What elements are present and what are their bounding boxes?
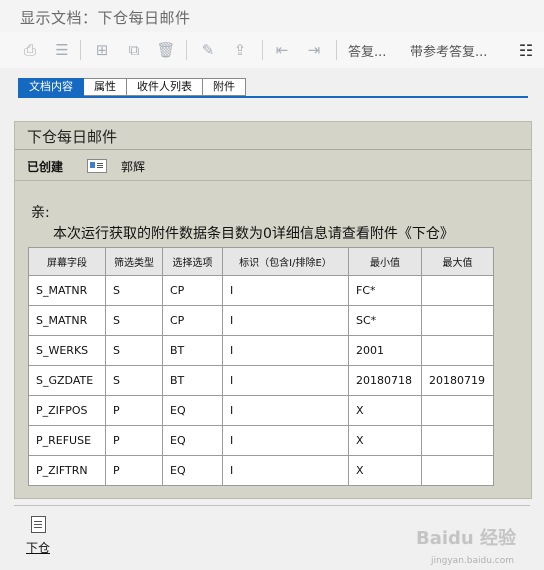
toolbar-separator <box>80 40 81 60</box>
table-cell: P_ZIFPOS <box>28 395 106 426</box>
table-cell <box>421 275 494 306</box>
selection-table: 屏幕字段 筛选类型 选择选项 标识（包含I/排除E） 最小值 最大值 S_MAT… <box>28 247 494 486</box>
table-cell: CP <box>162 275 223 306</box>
tab-attachments[interactable]: 附件 <box>203 78 246 96</box>
column-header: 最小值 <box>348 247 422 276</box>
table-cell: I <box>222 455 349 486</box>
hierarchy-icon[interactable]: ⊞ <box>92 40 112 60</box>
edit-icon[interactable]: ✎ <box>198 40 218 60</box>
document-icon[interactable] <box>31 516 46 533</box>
table-cell: I <box>222 305 349 336</box>
table-row: P_ZIFTRN P EQ I X <box>28 455 494 486</box>
table-cell: P_REFUSE <box>28 425 106 456</box>
attachment-link[interactable]: 下仓 <box>26 539 50 556</box>
column-header: 选择选项 <box>162 247 223 276</box>
reply-with-reference-button[interactable]: 带参考答复... <box>410 41 487 60</box>
column-header: 筛选类型 <box>105 247 163 276</box>
table-cell: BT <box>162 365 223 396</box>
column-header: 屏幕字段 <box>28 247 106 276</box>
attachment-item[interactable]: 下仓 <box>26 516 50 556</box>
table-cell: EQ <box>162 425 223 456</box>
table-cell: 2001 <box>348 335 422 366</box>
divider <box>15 180 531 181</box>
table-row: S_WERKS S BT I 2001 <box>28 335 494 366</box>
table-cell: EQ <box>162 395 223 426</box>
table-cell: P_ZIFTRN <box>28 455 106 486</box>
divider <box>15 149 531 150</box>
table-cell: 20180719 <box>421 365 494 396</box>
table-cell: S_WERKS <box>28 335 106 366</box>
table-cell: S_MATNR <box>28 305 106 336</box>
table-cell: S <box>105 275 163 306</box>
toolbar-separator <box>262 40 263 60</box>
table-header-row: 屏幕字段 筛选类型 选择选项 标识（包含I/排除E） 最小值 最大值 <box>28 247 494 276</box>
back-icon[interactable]: ⇤ <box>272 40 292 60</box>
table-cell: X <box>348 425 422 456</box>
table-row: S_MATNR S CP I SC* <box>28 305 494 336</box>
table-cell: SC* <box>348 305 422 336</box>
watermark-url: jingyan.baidu.com <box>430 556 514 566</box>
table-cell: P <box>105 455 163 486</box>
status-label: 已创建 <box>27 159 64 174</box>
business-card-icon[interactable] <box>87 159 108 173</box>
table-cell: S <box>105 335 163 366</box>
table-cell: I <box>222 425 349 456</box>
table-row: P_ZIFPOS P EQ I X <box>28 395 494 426</box>
table-row: S_MATNR S CP I FC* <box>28 275 494 306</box>
table-cell: EQ <box>162 455 223 486</box>
tab-strip: 文档内容 属性 收件人列表 附件 <box>18 78 246 96</box>
table-cell <box>421 305 494 336</box>
table-cell: BT <box>162 335 223 366</box>
print-icon[interactable]: ⎙ <box>20 40 40 60</box>
column-header: 标识（包含I/排除E） <box>222 247 349 276</box>
window-titlebar: 显示文档：下仓每日邮件 <box>0 0 544 33</box>
table-cell: I <box>222 275 349 306</box>
tree-icon[interactable]: ⧉ <box>124 40 144 60</box>
table-cell: S_GZDATE <box>28 365 106 396</box>
forward-icon[interactable]: ⇥ <box>304 40 324 60</box>
table-cell: I <box>222 395 349 426</box>
toolbar-separator <box>186 40 187 60</box>
list-icon[interactable]: ☰ <box>52 40 72 60</box>
table-cell <box>421 425 494 456</box>
author-name[interactable]: 郭辉 <box>121 158 145 175</box>
delete-icon[interactable]: 🗑 <box>156 40 176 60</box>
table-cell: I <box>222 365 349 396</box>
reply-button[interactable]: 答复... <box>348 41 386 60</box>
divider <box>14 505 530 506</box>
table-cell: CP <box>162 305 223 336</box>
table-row: P_REFUSE P EQ I X <box>28 425 494 456</box>
table-cell <box>421 455 494 486</box>
table-cell: 20180718 <box>348 365 422 396</box>
table-cell: X <box>348 455 422 486</box>
table-cell: S <box>105 305 163 336</box>
table-cell: X <box>348 395 422 426</box>
more-options-icon[interactable]: ☷ <box>516 40 536 60</box>
window-title: 显示文档：下仓每日邮件 <box>20 9 191 27</box>
toolbar-separator <box>336 40 337 60</box>
document-subject: 下仓每日邮件 <box>27 128 118 146</box>
tab-underline <box>18 96 528 98</box>
table-cell <box>421 395 494 426</box>
document-panel: 下仓每日邮件 已创建 郭辉 亲: 本次运行获取的附件数据条目数为0详细信息请查看… <box>14 121 532 499</box>
watermark-logo: Baidu 经验 <box>415 528 516 549</box>
table-cell: S_MATNR <box>28 275 106 306</box>
tab-attributes[interactable]: 属性 <box>84 78 127 96</box>
toolbar: ⎙ ☰ ⊞ ⧉ 🗑 ✎ ⇪ ⇤ ⇥ 答复... 带参考答复... ☷ <box>0 32 544 68</box>
tab-document-content[interactable]: 文档内容 <box>18 78 84 96</box>
table-cell: S <box>105 365 163 396</box>
document-meta: 已创建 郭辉 <box>27 157 145 175</box>
table-row: S_GZDATE S BT I 20180718 20180719 <box>28 365 494 396</box>
column-header: 最大值 <box>421 247 494 276</box>
table-cell: FC* <box>348 275 422 306</box>
table-cell: P <box>105 425 163 456</box>
tab-recipient-list[interactable]: 收件人列表 <box>127 78 203 96</box>
table-cell: P <box>105 395 163 426</box>
greeting-text: 亲: <box>31 205 50 221</box>
body-text: 本次运行获取的附件数据条目数为0详细信息请查看附件《下仓》 <box>53 226 454 242</box>
table-cell: I <box>222 335 349 366</box>
table-cell <box>421 335 494 366</box>
export-icon[interactable]: ⇪ <box>230 40 250 60</box>
